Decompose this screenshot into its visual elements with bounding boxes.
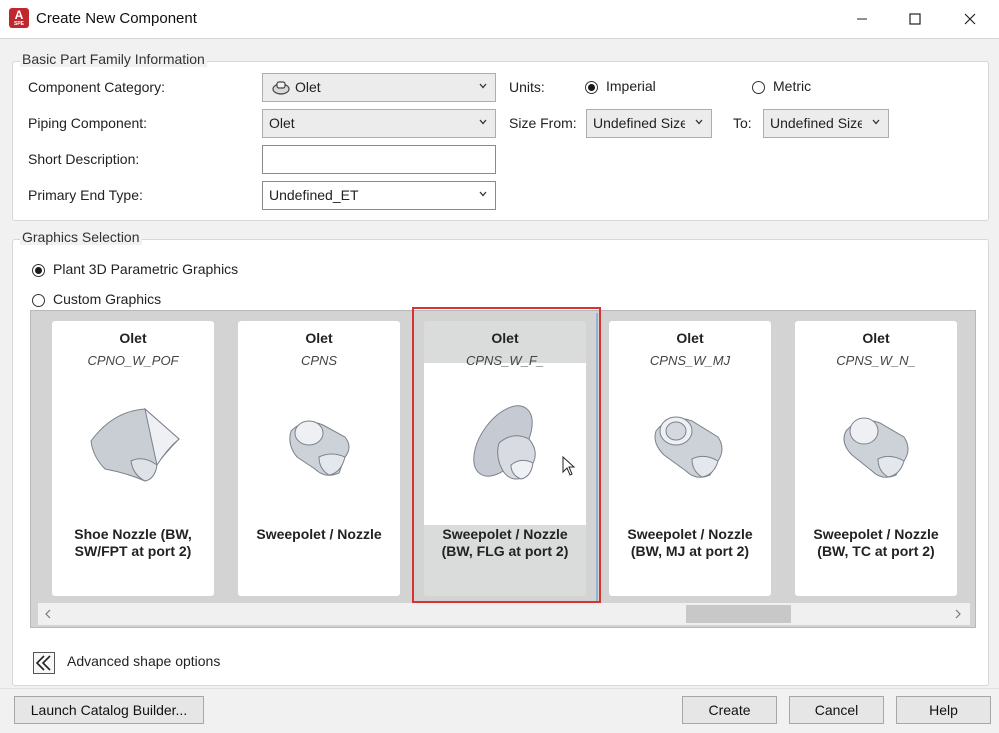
minimize-button[interactable] — [839, 0, 885, 38]
units-label: Units: — [509, 79, 545, 95]
piping-component-value: Olet — [269, 115, 295, 131]
card-code: CPNS_W_MJ — [649, 353, 731, 368]
launch-catalog-builder-button[interactable]: Launch Catalog Builder... — [14, 696, 204, 724]
short-description-input[interactable] — [262, 145, 496, 174]
scroll-left-icon[interactable] — [44, 609, 52, 619]
mouse-cursor-icon — [562, 456, 576, 476]
graphic-card-cpns-w-mj[interactable]: Olet CPNS_W_MJ Sweepolet / Nozzle (BW, MJ… — [609, 321, 771, 596]
card-title: Olet — [305, 330, 333, 346]
card-name: Sweepolet / Nozzle (BW, TC at port 2) — [813, 526, 939, 559]
footer-divider — [0, 688, 999, 689]
app-icon: A SPE — [9, 8, 29, 28]
size-from-label: Size From: — [509, 115, 577, 131]
primary-end-type-value: Undefined_ET — [269, 187, 359, 203]
imperial-label[interactable]: Imperial — [606, 78, 656, 94]
to-label: To: — [733, 115, 752, 131]
parametric-graphics-radio[interactable] — [32, 264, 45, 277]
double-chevron-left-icon — [35, 655, 51, 671]
custom-graphics-radio[interactable] — [32, 294, 45, 307]
size-to-select[interactable]: Undefined Size — [763, 109, 889, 138]
cancel-button[interactable]: Cancel — [789, 696, 884, 724]
chevron-down-icon — [479, 191, 487, 197]
card-name: Shoe Nozzle (BW, SW/FPT at port 2) — [74, 526, 192, 559]
advanced-options-toggle[interactable] — [33, 652, 55, 674]
graphics-selection-title: Graphics Selection — [20, 229, 142, 245]
graphic-card-cpns-w-n[interactable]: Olet CPNS_W_N_ Sweepolet / Nozzle (BW, TC… — [795, 321, 957, 596]
close-button[interactable] — [947, 0, 993, 38]
scrollbar-thumb[interactable] — [686, 605, 791, 623]
gallery-scrollbar[interactable] — [38, 603, 970, 625]
window-title: Create New Component — [36, 10, 197, 27]
help-button[interactable]: Help — [896, 696, 991, 724]
short-description-label: Short Description: — [28, 151, 140, 167]
metric-radio[interactable] — [752, 81, 765, 94]
card-name: Sweepolet / Nozzle — [256, 526, 382, 542]
create-button[interactable]: Create — [682, 696, 777, 724]
maximize-button[interactable] — [892, 0, 938, 38]
close-icon — [964, 13, 976, 25]
mj-sweepolet-icon — [654, 416, 723, 478]
scroll-right-icon[interactable] — [954, 609, 962, 619]
basic-info-title: Basic Part Family Information — [20, 51, 207, 67]
minimize-icon — [857, 18, 867, 20]
metric-label[interactable]: Metric — [773, 78, 811, 94]
piping-component-label: Piping Component: — [28, 115, 148, 131]
size-from-select[interactable]: Undefined Size — [586, 109, 712, 138]
card-title: Olet — [676, 330, 704, 346]
sweepolet-icon — [289, 420, 350, 476]
card-code: CPNO_W_POF — [87, 353, 179, 368]
piping-component-select[interactable]: Olet — [262, 109, 496, 138]
size-from-value: Undefined Size — [593, 115, 685, 131]
size-to-value: Undefined Size — [770, 115, 862, 131]
card-title: Olet — [862, 330, 890, 346]
component-category-select[interactable]: Olet — [262, 73, 496, 102]
card-name: Sweepolet / Nozzle (BW, MJ at port 2) — [627, 526, 753, 559]
card-code: CPNS — [300, 353, 338, 368]
chevron-down-icon — [872, 119, 880, 125]
shoe-nozzle-icon — [90, 407, 180, 482]
olet-category-icon — [272, 81, 290, 95]
card-title: Olet — [119, 330, 147, 346]
selected-card-outline — [412, 307, 601, 603]
graphic-card-cpns[interactable]: Olet CPNS Sweepolet / Nozzle — [238, 321, 400, 596]
graphic-card-cpno-w-pof[interactable]: Olet CPNO_W_POF Shoe Nozzle (BW, SW/FPT a… — [52, 321, 214, 596]
component-category-value: Olet — [295, 79, 321, 95]
chevron-down-icon — [479, 83, 487, 89]
primary-end-type-label: Primary End Type: — [28, 187, 143, 203]
custom-graphics-label[interactable]: Custom Graphics — [53, 291, 161, 307]
chevron-down-icon — [695, 119, 703, 125]
parametric-graphics-label[interactable]: Plant 3D Parametric Graphics — [53, 261, 238, 277]
selection-edge — [596, 313, 598, 601]
component-category-label: Component Category: — [28, 79, 165, 95]
title-bar: A SPE Create New Component — [0, 0, 999, 38]
chevron-down-icon — [479, 119, 487, 125]
maximize-icon — [909, 13, 921, 25]
advanced-options-label[interactable]: Advanced shape options — [67, 653, 220, 669]
imperial-radio[interactable] — [585, 81, 598, 94]
primary-end-type-select[interactable]: Undefined_ET — [262, 181, 496, 210]
tc-sweepolet-icon — [843, 417, 909, 478]
card-code: CPNS_W_N_ — [836, 353, 916, 368]
